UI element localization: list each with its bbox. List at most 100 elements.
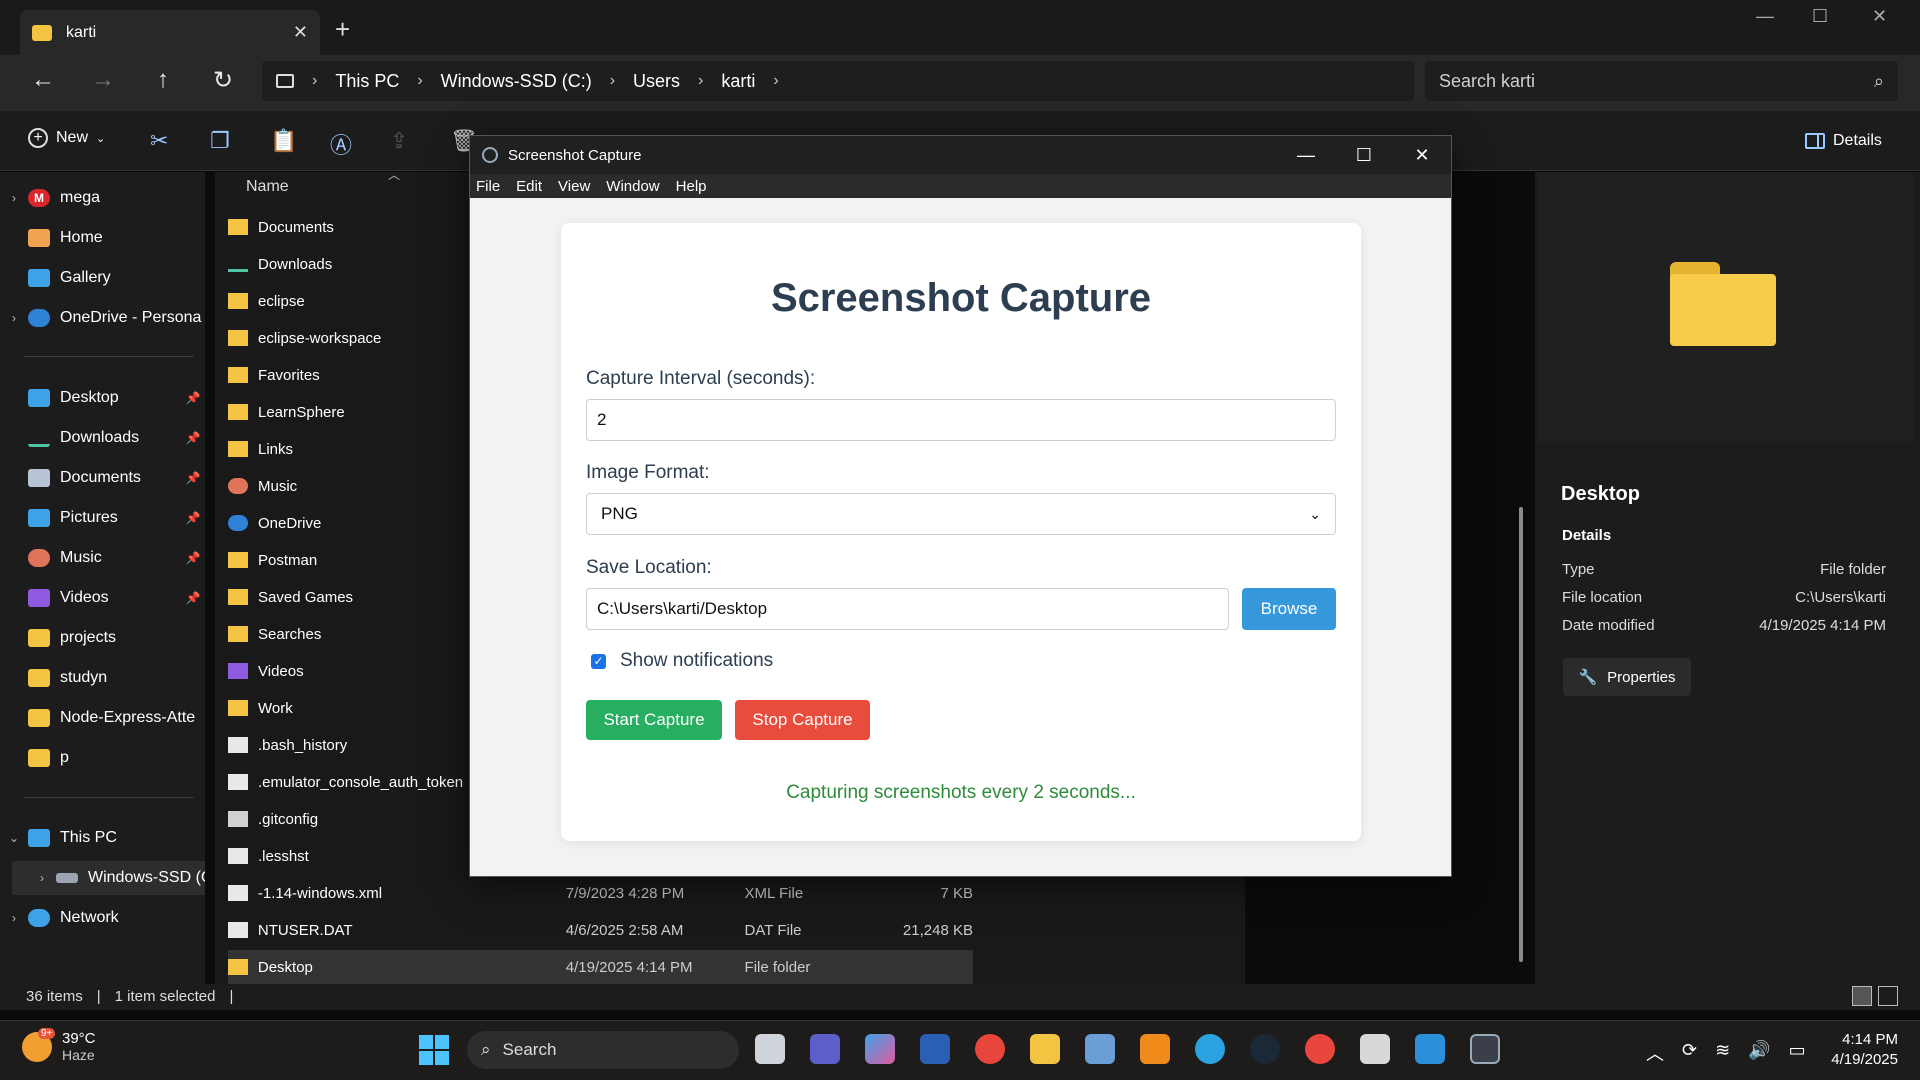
volume-icon[interactable]: 🔊 (1748, 1040, 1770, 1066)
file-row-selected[interactable]: Desktop 4/19/2025 4:14 PM File folder (228, 950, 973, 984)
nav-item-mega[interactable]: › M mega (0, 181, 205, 215)
nav-item-projects[interactable]: projects (0, 621, 205, 655)
nav-item-node-express[interactable]: Node-Express-Atte (0, 701, 205, 735)
close-tab-icon[interactable]: ✕ (293, 22, 308, 43)
start-capture-button[interactable]: Start Capture (586, 700, 722, 740)
forward-arrow-icon[interactable]: → (83, 66, 123, 94)
details-button[interactable]: Details (1805, 132, 1882, 150)
snipping-icon[interactable] (1360, 1034, 1390, 1064)
nav-item-desktop[interactable]: Desktop 📌 (0, 381, 205, 415)
address-bar[interactable]: › This PC › Windows-SSD (C:) › Users › k… (262, 61, 1414, 101)
close-window-button[interactable]: ✕ (1872, 6, 1887, 27)
new-tab-button[interactable]: + (335, 16, 350, 42)
wifi-icon[interactable]: ≋ (1715, 1040, 1730, 1066)
format-select[interactable]: PNG ⌄ (586, 493, 1336, 535)
new-button[interactable]: + New ⌄ (28, 128, 105, 148)
file-explorer-icon[interactable] (1030, 1034, 1060, 1064)
steam-icon[interactable] (1250, 1034, 1280, 1064)
teams-icon[interactable] (810, 1034, 840, 1064)
taskbar-search[interactable]: ⌕ Search (467, 1031, 739, 1069)
nav-item-windows-ssd[interactable]: › Windows-SSD (C: (12, 861, 205, 895)
chrome-profile-icon[interactable] (1305, 1034, 1335, 1064)
file-list-scrollbar[interactable] (1519, 507, 1523, 962)
vscode-icon[interactable] (1415, 1034, 1445, 1064)
pin-icon[interactable]: 📌 (181, 471, 205, 485)
browse-button[interactable]: Browse (1242, 588, 1336, 630)
nav-item-pictures[interactable]: Pictures 📌 (0, 501, 205, 535)
up-arrow-icon[interactable]: ↑ (143, 66, 183, 94)
pin-icon[interactable]: 📌 (181, 551, 205, 565)
file-row[interactable]: -1.14-windows.xml 7/9/2023 4:28 PM XML F… (228, 876, 973, 910)
menu-view[interactable]: View (558, 178, 590, 195)
search-input[interactable]: Search karti ⌕ (1425, 61, 1898, 101)
copy-icon[interactable]: ❐ (210, 128, 230, 154)
maximize-button[interactable]: ☐ (1335, 145, 1393, 166)
chevron-right-icon[interactable]: › (0, 911, 28, 925)
pin-icon[interactable]: 📌 (181, 431, 205, 445)
properties-button[interactable]: 🔧 Properties (1563, 658, 1691, 696)
nav-item-p[interactable]: p (0, 741, 205, 775)
nav-item-label: OneDrive - Persona (60, 309, 202, 326)
files-icon[interactable] (755, 1034, 785, 1064)
cut-icon[interactable]: ✂ (150, 128, 168, 154)
chevron-right-icon[interactable]: › (28, 871, 56, 885)
breadcrumb-windows-ssd[interactable]: Windows-SSD (C:) (441, 71, 592, 92)
nav-item-gallery[interactable]: Gallery (0, 261, 205, 295)
copilot-icon[interactable] (865, 1034, 895, 1064)
location-input[interactable]: C:\Users\karti/Desktop (586, 588, 1229, 630)
nav-item-network[interactable]: › Network (0, 901, 205, 935)
windows-start-icon[interactable] (419, 1035, 449, 1065)
maximize-button[interactable]: ☐ (1812, 6, 1828, 27)
close-window-button[interactable]: ✕ (1393, 145, 1451, 166)
menu-edit[interactable]: Edit (516, 178, 542, 195)
taskbar-clock[interactable]: 4:14 PM 4/19/2025 (1826, 1030, 1898, 1070)
chevron-up-icon[interactable]: ︿ (1646, 1040, 1664, 1066)
nav-item-videos[interactable]: Videos 📌 (0, 581, 205, 615)
nav-item-downloads[interactable]: Downloads 📌 (0, 421, 205, 455)
nav-item-documents[interactable]: Documents 📌 (0, 461, 205, 495)
details-view-icon[interactable] (1852, 986, 1872, 1006)
pin-icon[interactable]: 📌 (181, 591, 205, 605)
large-folder-icon (1670, 262, 1776, 346)
breadcrumb-karti[interactable]: karti (721, 71, 755, 92)
breadcrumb-this-pc[interactable]: This PC (335, 71, 399, 92)
column-header-name[interactable]: Name (246, 178, 289, 196)
minimize-button[interactable]: — (1277, 145, 1335, 166)
back-arrow-icon[interactable]: ← (23, 66, 63, 94)
photos-icon[interactable] (1085, 1034, 1115, 1064)
nav-item-music[interactable]: Music 📌 (0, 541, 205, 575)
nav-item-label: Network (60, 909, 119, 926)
chevron-right-icon[interactable]: › (0, 191, 28, 205)
share-icon[interactable]: ⇪ (390, 128, 408, 154)
pin-icon[interactable]: 📌 (181, 391, 205, 405)
interval-input[interactable]: 2 (586, 399, 1336, 441)
sync-icon[interactable]: ⟳ (1682, 1040, 1697, 1066)
file-row[interactable]: NTUSER.DAT 4/6/2025 2:58 AM DAT File 21,… (228, 913, 973, 947)
rename-icon[interactable]: Ⓐ (330, 128, 352, 160)
tiles-view-icon[interactable] (1878, 986, 1898, 1006)
vlc-icon[interactable] (1140, 1034, 1170, 1064)
breadcrumb-users[interactable]: Users (633, 71, 680, 92)
nav-item-onedrive[interactable]: › OneDrive - Persona (0, 301, 205, 335)
refresh-icon[interactable]: ↻ (203, 66, 243, 95)
paste-icon[interactable]: 📋 (270, 128, 297, 154)
explorer-tab[interactable]: karti ✕ (20, 10, 320, 55)
nav-item-home[interactable]: Home (0, 221, 205, 255)
menu-window[interactable]: Window (606, 178, 659, 195)
chevron-down-icon[interactable]: ⌄ (0, 831, 28, 845)
chrome-icon[interactable] (975, 1034, 1005, 1064)
menu-file[interactable]: File (476, 178, 500, 195)
pin-icon[interactable]: 📌 (181, 511, 205, 525)
nav-item-this-pc[interactable]: ⌄ This PC (0, 821, 205, 855)
weather-widget[interactable]: 9+ 39°C Haze (22, 1027, 96, 1063)
battery-icon[interactable]: ▭ (1789, 1040, 1806, 1066)
chevron-right-icon[interactable]: › (0, 311, 28, 325)
word-icon[interactable] (920, 1034, 950, 1064)
telegram-icon[interactable] (1195, 1034, 1225, 1064)
stop-capture-button[interactable]: Stop Capture (735, 700, 870, 740)
electron-app-icon[interactable] (1470, 1034, 1500, 1064)
notifications-checkbox[interactable]: ✓ (591, 653, 606, 669)
minimize-button[interactable]: — (1756, 6, 1774, 27)
menu-help[interactable]: Help (676, 178, 707, 195)
nav-item-studyn[interactable]: studyn (0, 661, 205, 695)
